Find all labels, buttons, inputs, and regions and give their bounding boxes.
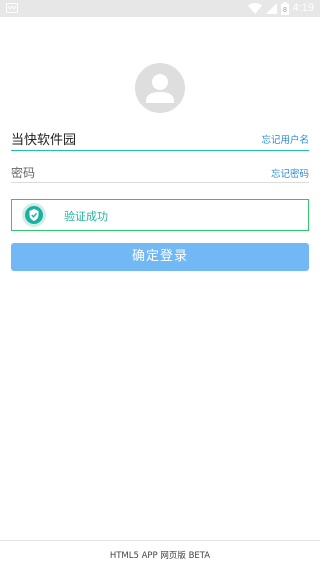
wifi-icon bbox=[247, 3, 262, 14]
notification-icon bbox=[6, 3, 18, 13]
forgot-password-link[interactable]: 忘记密码 bbox=[271, 166, 309, 180]
verification-box[interactable]: 验证成功 bbox=[11, 199, 309, 231]
status-bar: 8 4:19 bbox=[0, 0, 320, 17]
username-field[interactable]: 当快软件园 忘记用户名 bbox=[11, 126, 309, 151]
forgot-username-link[interactable]: 忘记用户名 bbox=[261, 132, 309, 146]
footer-text: HTML5 APP 网页版 BETA bbox=[109, 551, 211, 561]
battery-icon: 8 bbox=[280, 2, 289, 15]
shield-check-icon bbox=[22, 203, 46, 227]
user-avatar-icon bbox=[135, 63, 185, 113]
password-placeholder[interactable]: 密码 bbox=[11, 164, 35, 181]
footer: HTML5 APP 网页版 BETA bbox=[0, 540, 320, 570]
status-time: 4:19 bbox=[292, 2, 314, 14]
signal-icon bbox=[265, 3, 277, 14]
login-button[interactable]: 确定登录 bbox=[11, 243, 309, 271]
verify-status-text: 验证成功 bbox=[64, 210, 108, 223]
svg-text:8: 8 bbox=[283, 7, 287, 14]
username-value[interactable]: 当快软件园 bbox=[11, 129, 76, 148]
password-field[interactable]: 密码 忘记密码 bbox=[11, 160, 309, 183]
